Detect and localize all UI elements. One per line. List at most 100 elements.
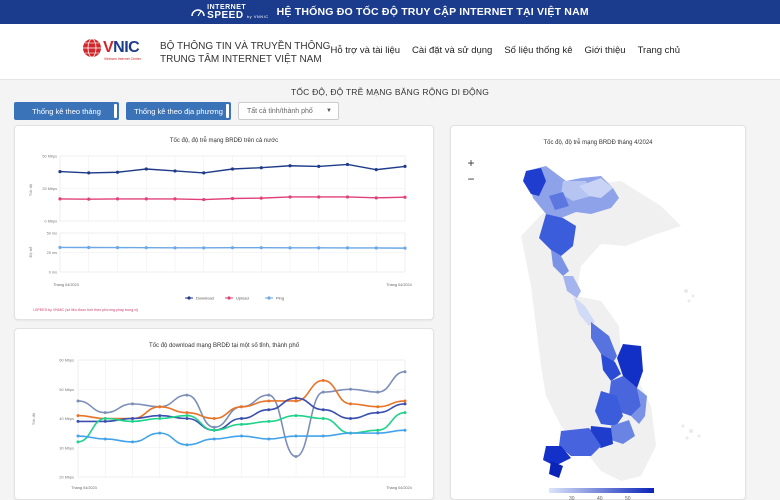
system-title: HỆ THỐNG ĐO TỐC ĐỘ TRUY CẬP INTERNET TẠI… [276, 6, 589, 18]
vietnam-map[interactable]: 30 40 50 [451, 126, 747, 500]
legend-marker [267, 296, 271, 300]
data-point [376, 390, 380, 394]
data-point [321, 408, 325, 412]
nav-support[interactable]: Hỗ trợ và tài liệu [330, 45, 400, 56]
data-point [403, 399, 407, 403]
page-title: TỐC ĐỘ, ĐỘ TRỄ MẠNG BĂNG RỘNG DI ĐỘNG [290, 87, 490, 97]
zoom-in-button[interactable]: + [464, 155, 478, 171]
data-point [202, 171, 206, 175]
y-axis-label-bottom: Độ trễ [28, 246, 33, 258]
nav-home[interactable]: Trang chủ [638, 45, 680, 56]
data-point [158, 417, 162, 420]
data-point [294, 414, 298, 418]
site-header: VNIC Vietnam Internet Center BỘ THÔNG TI… [0, 24, 780, 80]
org-line2: TRUNG TÂM INTERNET VIỆT NAM [160, 54, 322, 65]
data-point [345, 162, 350, 167]
data-point [131, 417, 134, 420]
y-tick-label: 20 Mbps [59, 476, 74, 480]
data-point [131, 402, 134, 406]
province-select[interactable]: Tất cả tỉnh/thành phố ▼ [238, 102, 339, 120]
stats-by-region-button[interactable]: Thống kê theo địa phương [126, 102, 231, 120]
legend-label-upload: Upload [236, 296, 249, 301]
data-point [240, 405, 243, 409]
data-point [321, 390, 325, 394]
data-point [321, 434, 325, 438]
x-end-label: Tháng 04/2024 [386, 283, 412, 287]
scale-tick-30: 30 [569, 496, 575, 500]
data-point [103, 417, 107, 420]
vnnic-logo[interactable]: VNIC Vietnam Internet Center [82, 38, 142, 61]
organization-name: BỘ THÔNG TIN VÀ TRUYỀN THÔNG TRUNG TÂM I… [160, 40, 330, 66]
logo-subtitle: Vietnam Internet Center [104, 57, 142, 61]
globe-icon [83, 38, 101, 58]
x-start-label: Tháng 04/2023 [53, 283, 79, 287]
logo-line2: SPEED [207, 9, 244, 21]
logo-by: by VNNIC [246, 13, 269, 19]
data-point [115, 170, 120, 174]
data-point [403, 195, 407, 199]
main-nav: Hỗ trợ và tài liệu Cài đặt và sử dụng Số… [330, 45, 680, 56]
provinces-chart: 60 Mbps 50 Mbps 40 Mbps 30 Mbps 20 Mbps Tốc đ… [31, 359, 412, 491]
data-point [87, 171, 91, 175]
nav-about[interactable]: Giới thiệu [584, 45, 625, 56]
data-point [212, 425, 216, 429]
data-point [374, 246, 378, 250]
data-point [403, 164, 407, 168]
data-point [212, 437, 216, 441]
speedometer-icon [191, 9, 205, 17]
data-point [267, 393, 271, 397]
data-point [76, 434, 80, 438]
data-point [76, 419, 80, 423]
data-point [131, 440, 134, 444]
data-point [115, 197, 120, 201]
legend-label-download: Download [196, 296, 214, 301]
data-point [376, 411, 380, 415]
data-point [267, 437, 271, 441]
logo-text: VNIC [103, 39, 140, 56]
data-point [158, 405, 162, 409]
y-tick-label: 50 Mbps [42, 155, 57, 159]
zoom-out-button[interactable]: − [464, 171, 478, 187]
internet-speed-logo[interactable]: INTERNET SPEED by VNNIC [207, 4, 268, 21]
data-point [185, 414, 189, 418]
y-axis-label: Tốc độ [31, 412, 36, 425]
data-point [240, 417, 243, 420]
data-point [58, 170, 62, 174]
stats-by-month-button[interactable]: Thống kê theo tháng [14, 102, 119, 120]
data-point [144, 246, 148, 250]
legend-marker [187, 296, 191, 300]
data-point [212, 417, 216, 420]
nav-install[interactable]: Cài đặt và sử dụng [412, 45, 492, 56]
top-bar: INTERNET SPEED by VNNIC HỆ THỐNG ĐO TỐC … [0, 0, 780, 24]
data-point [374, 168, 378, 172]
y-tick-label: 0 ms [49, 271, 57, 275]
chart-note: i-SPEED by VNNIC (số liệu được tính theo… [33, 308, 138, 312]
nav-statistics[interactable]: Số liệu thống kê [504, 45, 572, 56]
data-point [349, 417, 352, 420]
data-point [115, 245, 120, 250]
provinces-chart-panel: Tốc độ download mạng BRDĐ tại một số tỉn… [14, 328, 434, 500]
data-point [173, 169, 177, 173]
data-point [103, 411, 107, 415]
data-point [376, 405, 380, 409]
data-point [173, 246, 177, 250]
y-tick-label: 60 Mbps [59, 359, 74, 363]
scale-tick-40: 40 [597, 496, 603, 500]
data-point [349, 402, 352, 406]
province-select-value: Tất cả tỉnh/thành phố [247, 107, 313, 115]
nationwide-chart-panel: Tốc độ, độ trễ mạng BRDĐ trên cả nước 50… [14, 125, 434, 320]
data-point [185, 417, 189, 420]
data-point [321, 417, 325, 420]
data-point [376, 428, 380, 432]
data-point [403, 246, 407, 250]
data-point [173, 197, 177, 201]
data-point [403, 411, 407, 415]
data-point [349, 431, 352, 435]
data-point [376, 431, 380, 435]
data-point [212, 428, 216, 432]
data-point [317, 195, 321, 199]
data-point [267, 408, 271, 412]
data-point [202, 197, 206, 202]
map-panel: Tốc độ, độ trễ mạng BRDĐ tháng 4/2024 30… [450, 125, 746, 500]
y-tick-label: 40 Mbps [59, 417, 74, 421]
